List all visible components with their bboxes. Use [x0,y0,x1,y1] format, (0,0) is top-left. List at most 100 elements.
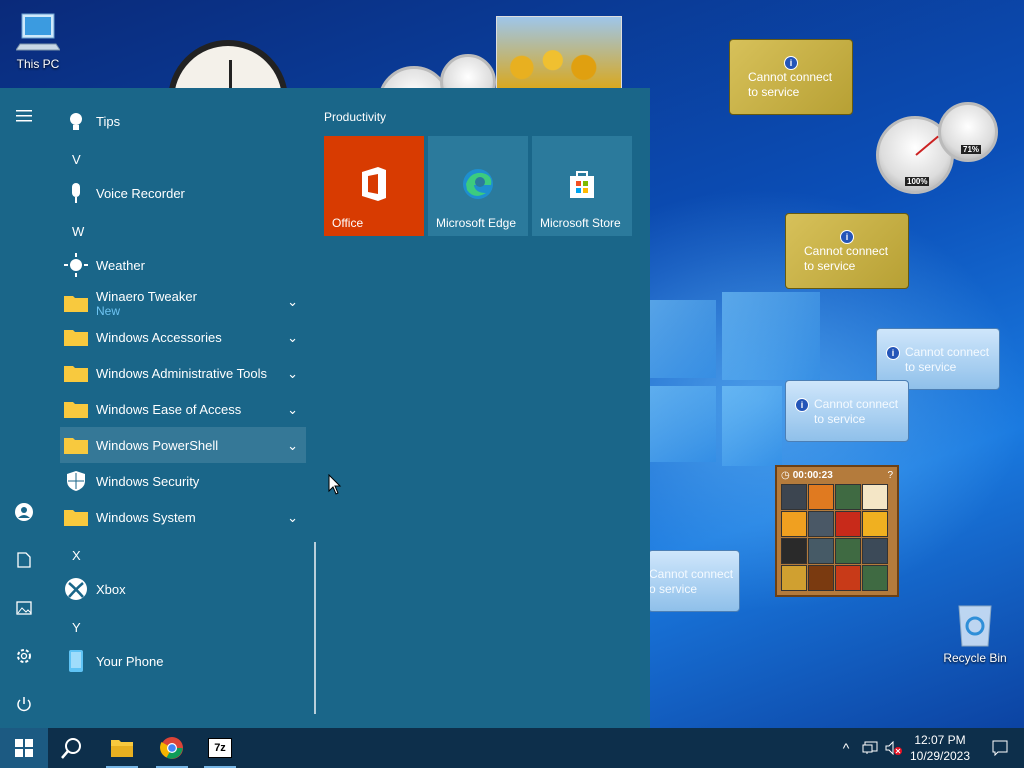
taskbar-clock[interactable]: 12:07 PM 10/29/2023 [900,732,980,764]
documents-button[interactable] [0,542,48,578]
wallpaper-window-pane [650,300,716,378]
store-icon [570,171,594,198]
pictures-button[interactable] [0,590,48,626]
picture-puzzle-gadget[interactable]: ◷ 00:00:23 ? [775,465,899,597]
puzzle-tile[interactable] [781,484,807,510]
puzzle-tile[interactable] [781,511,807,537]
puzzle-toolbar: ◷ 00:00:23 ? [777,467,897,483]
feed-headlines-gadget[interactable]: i Cannot connect to service [729,39,853,115]
puzzle-tile[interactable] [835,565,861,591]
app-item-tips[interactable]: Tips [60,103,306,139]
feed-headlines-gadget[interactable]: i Cannot connect to service [785,380,909,442]
chrome-icon [160,737,183,759]
show-hidden-icons-button[interactable]: ^ [834,728,858,768]
tile-office[interactable]: Office [324,136,424,236]
chevron-down-icon: ⌄ [287,294,298,309]
clock-time: 12:07 PM [914,733,966,747]
ram-meter-gadget[interactable]: 71% [938,102,998,162]
app-folder-windows-accessories[interactable]: Windows Accessories ⌄ [60,319,306,355]
letter-header-x[interactable]: X [72,548,81,563]
app-folder-windows-system[interactable]: Windows System ⌄ [60,499,306,535]
network-icon [862,741,878,754]
cpu-usage-value: 100% [905,177,930,186]
user-account-button[interactable] [0,494,48,530]
network-button[interactable] [858,728,882,768]
folder-icon [62,359,90,387]
feed-message: Cannot connect to service [905,345,990,374]
puzzle-tile[interactable] [835,538,861,564]
app-item-your-phone[interactable]: Your Phone [60,643,306,679]
user-icon [15,503,33,521]
recycle-bin-desktop-icon[interactable]: Recycle Bin [942,602,1008,665]
app-item-xbox[interactable]: Xbox [60,571,306,607]
settings-button[interactable] [0,638,48,674]
document-icon [17,552,31,568]
app-folder-windows-administrative-tools[interactable]: Windows Administrative Tools ⌄ [60,355,306,391]
puzzle-tile[interactable] [808,565,834,591]
gear-icon [17,649,31,663]
puzzle-tile[interactable] [835,484,861,510]
picture-icon [16,601,32,615]
chevron-down-icon: ⌄ [287,438,298,453]
search-button[interactable] [48,728,96,768]
app-label: Windows System [96,509,196,525]
app-folder-winaero-tweaker[interactable]: Winaero Tweaker New ⌄ [60,283,306,323]
file-explorer-button[interactable] [98,728,146,768]
feed-headlines-gadget[interactable]: i Cannot connect to service [785,213,909,289]
chevron-down-icon: ⌄ [287,510,298,525]
puzzle-tile[interactable] [781,565,807,591]
seven-zip-icon: 7z [208,738,232,758]
power-button[interactable] [0,686,48,722]
puzzle-tile[interactable] [781,538,807,564]
xbox-icon [62,575,90,603]
file-explorer-icon [111,740,133,757]
wallpaper-window-pane [650,386,716,462]
puzzle-tile[interactable] [862,511,888,537]
letter-header-y[interactable]: Y [72,620,81,635]
puzzle-timer: 00:00:23 [792,469,833,481]
tile-microsoft-store[interactable]: Microsoft Store [532,136,632,236]
info-icon: i [840,230,854,244]
letter-header-w[interactable]: W [72,224,84,239]
seven-zip-button[interactable]: 7z [196,728,244,768]
feed-headlines-gadget[interactable]: Cannot connect o service [648,550,740,612]
puzzle-tile[interactable] [808,484,834,510]
search-icon [61,738,81,759]
app-folder-windows-ease-of-access[interactable]: Windows Ease of Access ⌄ [60,391,306,427]
letter-header-v[interactable]: V [72,152,81,167]
puzzle-grid[interactable] [781,484,893,591]
chevron-down-icon: ⌄ [287,402,298,417]
puzzle-tile[interactable] [862,565,888,591]
start-button[interactable] [0,728,48,768]
puzzle-tile[interactable] [835,511,861,537]
tile-microsoft-edge[interactable]: Microsoft Edge [428,136,528,236]
app-item-voice-recorder[interactable]: Voice Recorder [60,175,306,211]
app-folder-windows-powershell[interactable]: Windows PowerShell ⌄ [60,427,306,463]
this-pc-desktop-icon[interactable]: This PC [8,10,68,71]
puzzle-tile[interactable] [862,484,888,510]
app-label: Tips [96,113,121,129]
slideshow-gadget[interactable] [496,16,622,90]
app-list-scrollbar[interactable] [314,542,316,714]
app-item-windows-security[interactable]: Windows Security [60,463,306,499]
recycle-bin-icon [958,605,992,647]
this-pc-label: This PC [16,57,60,71]
taskbar: 7z ^ 12:07 PM 10/29/2023 [0,728,1024,768]
puzzle-tile[interactable] [808,538,834,564]
folder-icon [62,395,90,423]
expand-menu-button[interactable] [0,98,48,134]
puzzle-tile[interactable] [862,538,888,564]
app-item-weather[interactable]: Weather [60,247,306,283]
feed-message: Cannot connect to service [748,70,833,99]
puzzle-help-button[interactable]: ? [887,470,893,481]
wallpaper-window-pane [722,292,820,380]
tile-label: Office [332,216,364,230]
lightbulb-icon [62,107,90,135]
shield-icon [62,467,90,495]
chrome-button[interactable] [148,728,196,768]
puzzle-tile[interactable] [808,511,834,537]
action-center-button[interactable] [976,728,1024,768]
tile-group-title[interactable]: Productivity [324,110,386,124]
info-icon: i [784,56,798,70]
mouse-cursor-icon [328,474,342,495]
